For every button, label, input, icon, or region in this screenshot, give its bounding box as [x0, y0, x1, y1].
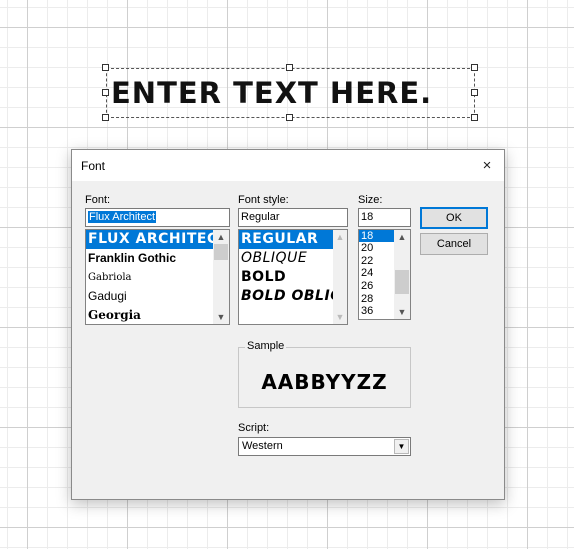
close-icon: × [482, 157, 492, 174]
ok-button[interactable]: OK [420, 207, 488, 229]
font-list[interactable]: FLUX ARCHITECT Franklin Gothic Gabriola … [85, 229, 230, 325]
resize-handle-top-center[interactable] [286, 64, 293, 71]
sample-preview-text: AABBYYZZ [261, 370, 388, 394]
scroll-up-icon[interactable]: ▲ [213, 230, 229, 244]
scroll-up-icon[interactable]: ▲ [394, 230, 410, 244]
font-style-value: Regular [241, 211, 280, 223]
font-list-item[interactable]: Franklin Gothic [86, 249, 229, 268]
dialog-title: Font [81, 159, 106, 173]
size-value: 18 [361, 211, 374, 223]
font-style-item[interactable]: BOLD OBLIQUE [239, 287, 347, 306]
font-list-item[interactable]: Gadugi [86, 287, 229, 306]
font-style-list[interactable]: REGULAR OBLIQUE BOLD BOLD OBLIQUE ▲ ▼ [238, 229, 348, 325]
resize-handle-top-left[interactable] [102, 64, 109, 71]
font-name-input[interactable]: Flux Architect [85, 208, 230, 227]
font-style-input[interactable]: Regular [238, 208, 348, 227]
script-value: Western [242, 440, 283, 452]
font-list-item[interactable]: Georgia [86, 306, 229, 324]
canvas-text: ENTER TEXT HERE. [111, 76, 433, 110]
font-label: Font: [85, 194, 111, 206]
size-list[interactable]: 18 20 22 24 26 28 36 ▲ ▼ [358, 229, 411, 320]
font-style-item[interactable]: REGULAR [239, 230, 347, 249]
resize-handle-middle-right[interactable] [471, 89, 478, 96]
dialog-titlebar[interactable]: Font × [72, 150, 504, 181]
chevron-down-icon[interactable]: ▼ [394, 439, 409, 454]
script-label: Script: [238, 422, 270, 434]
font-name-value: Flux Architect [88, 211, 157, 223]
resize-handle-bottom-center[interactable] [286, 114, 293, 121]
size-label: Size: [358, 194, 383, 206]
scroll-thumb[interactable] [395, 270, 409, 294]
ok-button-label: OK [446, 212, 462, 224]
sample-label: Sample [245, 340, 287, 352]
size-list-scrollbar[interactable]: ▲ ▼ [394, 230, 410, 319]
resize-handle-middle-left[interactable] [102, 89, 109, 96]
cancel-button-label: Cancel [436, 238, 472, 250]
font-style-item[interactable]: OBLIQUE [239, 249, 347, 268]
scroll-down-icon[interactable]: ▼ [213, 310, 229, 324]
font-list-scrollbar[interactable]: ▲ ▼ [213, 230, 229, 324]
scroll-thumb[interactable] [214, 244, 228, 260]
script-select[interactable]: Western ▼ [238, 437, 411, 456]
resize-handle-bottom-left[interactable] [102, 114, 109, 121]
font-style-item[interactable]: BOLD [239, 268, 347, 287]
font-style-scrollbar[interactable]: ▲ ▼ [333, 230, 347, 324]
scroll-down-icon: ▼ [335, 312, 345, 322]
resize-handle-bottom-right[interactable] [471, 114, 478, 121]
cancel-button[interactable]: Cancel [420, 233, 488, 255]
font-list-item[interactable]: FLUX ARCHITECT [86, 230, 229, 249]
scroll-down-icon[interactable]: ▼ [394, 305, 410, 319]
font-list-item[interactable]: Gabriola [86, 268, 229, 287]
font-dialog: Font × Font: Flux Architect FLUX ARCHITE… [71, 149, 505, 500]
close-button[interactable]: × [470, 150, 504, 181]
font-style-label: Font style: [238, 194, 289, 206]
scroll-up-icon: ▲ [335, 232, 345, 242]
resize-handle-top-right[interactable] [471, 64, 478, 71]
size-input[interactable]: 18 [358, 208, 411, 227]
canvas-text-object[interactable]: ENTER TEXT HERE. [106, 68, 475, 118]
sample-groupbox: Sample AABBYYZZ [238, 340, 411, 408]
